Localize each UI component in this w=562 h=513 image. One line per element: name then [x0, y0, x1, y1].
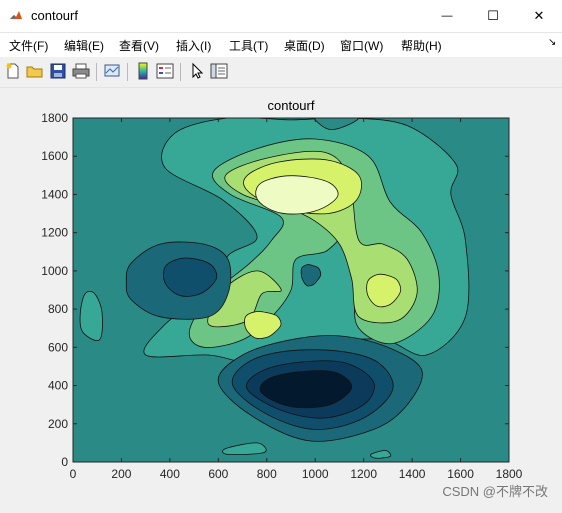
x-tick-label: 800 — [257, 467, 277, 481]
matlab-logo-icon — [9, 9, 23, 23]
save-icon[interactable] — [49, 62, 67, 80]
y-tick-label: 1200 — [41, 226, 68, 240]
x-tick-label: 1000 — [302, 467, 329, 481]
contour-plot[interactable]: 0 200 400 600 800 1000 1200 1400 1600 1800 0 200 400… — [0, 88, 562, 508]
close-icon: ✕ — [533, 8, 545, 23]
print-icon[interactable] — [72, 62, 90, 80]
dock-figure-icon[interactable]: ↘ — [548, 37, 556, 48]
y-tick-label: 800 — [48, 302, 68, 316]
toolbar-separator — [180, 63, 181, 81]
y-tick-label: 0 — [61, 455, 68, 469]
y-tick-label: 200 — [48, 417, 68, 431]
menu-view[interactable]: 查看(V) — [119, 37, 159, 54]
close-button[interactable]: ✕ — [516, 0, 562, 32]
x-tick-label: 1200 — [350, 467, 377, 481]
y-tick-label: 400 — [48, 379, 68, 393]
property-editor-icon[interactable] — [210, 62, 228, 80]
x-tick-label: 1400 — [399, 467, 426, 481]
x-tick-label: 0 — [70, 467, 77, 481]
colorbar-icon[interactable] — [134, 62, 152, 80]
toolbar-separator — [127, 63, 128, 81]
menu-edit[interactable]: 编辑(E) — [64, 37, 104, 54]
contour-fill-layer — [73, 118, 509, 462]
link-plot-icon[interactable] — [103, 62, 121, 80]
maximize-button[interactable]: ☐ — [470, 0, 516, 32]
x-tick-label: 1800 — [496, 467, 523, 481]
minimize-button[interactable]: — — [424, 0, 470, 32]
csdn-watermark: CSDN @不牌不改 — [442, 484, 548, 499]
legend-icon[interactable] — [156, 62, 174, 80]
menu-tools[interactable]: 工具(T) — [229, 37, 268, 54]
x-tick-label: 400 — [160, 467, 180, 481]
menu-window[interactable]: 窗口(W) — [340, 37, 383, 54]
figure-toolbar — [0, 57, 562, 88]
new-figure-icon[interactable] — [4, 62, 22, 80]
y-tick-label: 1800 — [41, 111, 68, 125]
pointer-arrow-icon[interactable] — [188, 62, 206, 80]
x-tick-label: 200 — [111, 467, 131, 481]
maximize-icon: ☐ — [487, 8, 499, 23]
y-tick-label: 1000 — [41, 264, 68, 278]
chart-title: contourf — [268, 98, 315, 113]
x-tick-label: 1600 — [447, 467, 474, 481]
x-tick-label: 600 — [208, 467, 228, 481]
menu-help[interactable]: 帮助(H) — [401, 37, 442, 54]
menu-bar: 文件(F) 编辑(E) 查看(V) 插入(I) 工具(T) 桌面(D) 窗口(W… — [0, 33, 562, 57]
toolbar-separator — [96, 63, 97, 81]
figure-canvas: 0 200 400 600 800 1000 1200 1400 1600 1800 0 200 400… — [0, 88, 562, 508]
menu-file[interactable]: 文件(F) — [9, 37, 48, 54]
y-tick-label: 1400 — [41, 187, 68, 201]
menu-insert[interactable]: 插入(I) — [176, 37, 211, 54]
menu-desktop[interactable]: 桌面(D) — [284, 37, 325, 54]
window-title: contourf — [31, 8, 78, 23]
title-bar: contourf — ☐ ✕ — [0, 0, 562, 33]
minimize-icon: — — [441, 10, 453, 22]
y-tick-label: 600 — [48, 340, 68, 354]
open-folder-icon[interactable] — [26, 62, 44, 80]
y-tick-label: 1600 — [41, 149, 68, 163]
